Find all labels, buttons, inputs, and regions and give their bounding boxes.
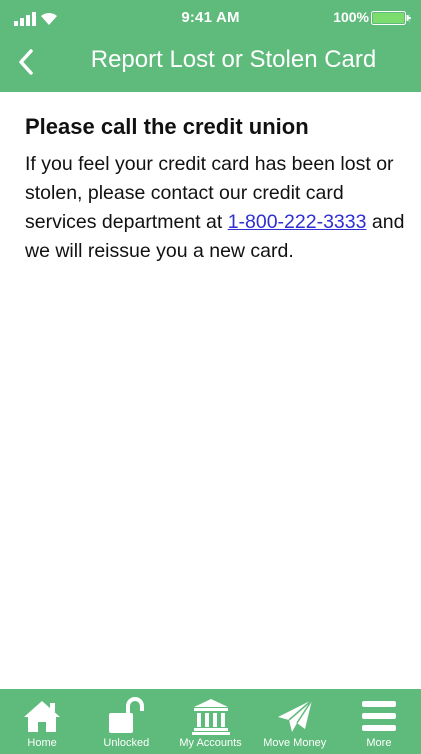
bank-icon bbox=[191, 699, 230, 735]
tab-unlocked[interactable]: Unlocked bbox=[84, 689, 168, 754]
content-heading: Please call the credit union bbox=[25, 114, 309, 139]
back-button[interactable] bbox=[6, 42, 46, 82]
tab-unlocked-label: Unlocked bbox=[103, 737, 150, 749]
tab-move-money[interactable]: Move Money bbox=[253, 689, 337, 754]
status-bar: 9:41 AM 100% bbox=[0, 0, 421, 36]
tab-my-accounts[interactable]: My Accounts bbox=[168, 689, 252, 754]
tab-my-accounts-label: My Accounts bbox=[179, 737, 242, 749]
battery-icon bbox=[371, 11, 411, 25]
page-title: Report Lost or Stolen Card bbox=[90, 46, 377, 73]
tab-move-money-label: Move Money bbox=[263, 737, 327, 749]
home-icon bbox=[24, 701, 61, 732]
chevron-left-icon bbox=[19, 49, 33, 75]
tab-more-label: More bbox=[366, 737, 392, 749]
battery-percent: 100% bbox=[333, 9, 369, 25]
content-body: If you feel your credit card has been lo… bbox=[25, 150, 410, 266]
bottom-tab-bar: Home Unlocked My Accounts Move Money Mor… bbox=[0, 689, 421, 754]
paper-plane-icon bbox=[277, 699, 313, 732]
hamburger-menu-icon bbox=[361, 701, 396, 731]
unlocked-padlock-icon bbox=[109, 697, 145, 733]
tab-home[interactable]: Home bbox=[0, 689, 84, 754]
nav-bar: Report Lost or Stolen Card bbox=[0, 36, 421, 92]
tab-home-label: Home bbox=[27, 737, 57, 749]
phone-number-link[interactable]: 1-800-222-3333 bbox=[228, 211, 367, 233]
app-header: 9:41 AM 100% Report Lost or Stolen Card bbox=[0, 0, 421, 92]
tab-more[interactable]: More bbox=[337, 689, 421, 754]
content-area: Please call the credit union If you feel… bbox=[0, 92, 421, 689]
app-screen: 9:41 AM 100% Report Lost or Stolen Card … bbox=[0, 0, 421, 754]
